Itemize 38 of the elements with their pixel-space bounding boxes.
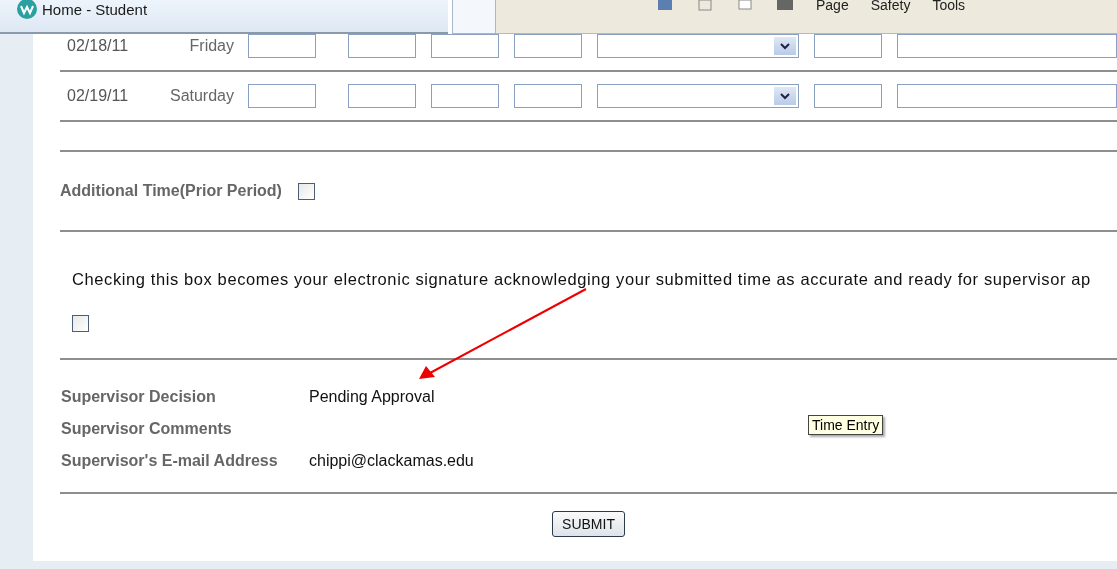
signature-notice: Checking this box becomes your electronic signature acknowledging your submitted time as accurate and ready for supervisor ap bbox=[72, 270, 1092, 289]
hours-input[interactable] bbox=[514, 84, 582, 108]
dropdown-caret-icon[interactable] bbox=[774, 37, 796, 55]
toolbar-menu[interactable]: Page bbox=[816, 0, 849, 12]
hours-input[interactable] bbox=[248, 34, 316, 58]
browser-tab[interactable]: Home - Student bbox=[0, 0, 448, 34]
toolbar-menu[interactable]: Tools bbox=[932, 0, 966, 12]
hours-input[interactable] bbox=[248, 84, 316, 108]
notes-input[interactable] bbox=[897, 84, 1117, 108]
submit-button[interactable]: SUBMIT bbox=[552, 511, 625, 537]
tooltip: Time Entry bbox=[808, 415, 884, 435]
hours-input[interactable] bbox=[814, 34, 882, 58]
dropdown-caret-icon[interactable] bbox=[774, 87, 796, 105]
date-text: 02/19/11 bbox=[66, 87, 130, 105]
hours-input[interactable] bbox=[431, 34, 499, 58]
day-text: Friday bbox=[188, 37, 234, 55]
hours-input[interactable] bbox=[348, 34, 416, 58]
field-label: Supervisor Comments bbox=[61, 420, 233, 438]
tab-title: Home - Student bbox=[42, 2, 148, 18]
field-label: Supervisor Decision bbox=[61, 388, 217, 406]
checkbox[interactable] bbox=[72, 315, 89, 332]
checkbox[interactable] bbox=[297, 182, 315, 200]
select-field[interactable] bbox=[597, 34, 799, 58]
hours-input[interactable] bbox=[431, 84, 499, 108]
new-tab-button[interactable] bbox=[452, 0, 496, 34]
toolbar-menu[interactable]: Safety bbox=[870, 0, 911, 12]
field-value: Pending Approval bbox=[309, 388, 436, 406]
site-logo-icon bbox=[16, 0, 38, 20]
field-value: chippi@clackamas.edu bbox=[309, 452, 475, 470]
additional-time-label: Additional Time(Prior Period) bbox=[60, 182, 282, 200]
day-text: Saturday bbox=[168, 87, 234, 105]
date-text: 02/18/11 bbox=[66, 37, 130, 55]
hours-input[interactable] bbox=[514, 34, 582, 58]
hours-input[interactable] bbox=[348, 84, 416, 108]
notes-input[interactable] bbox=[897, 34, 1117, 58]
field-label: Supervisor's E-mail Address bbox=[61, 452, 279, 470]
select-field[interactable] bbox=[597, 84, 799, 108]
hours-input[interactable] bbox=[814, 84, 882, 108]
